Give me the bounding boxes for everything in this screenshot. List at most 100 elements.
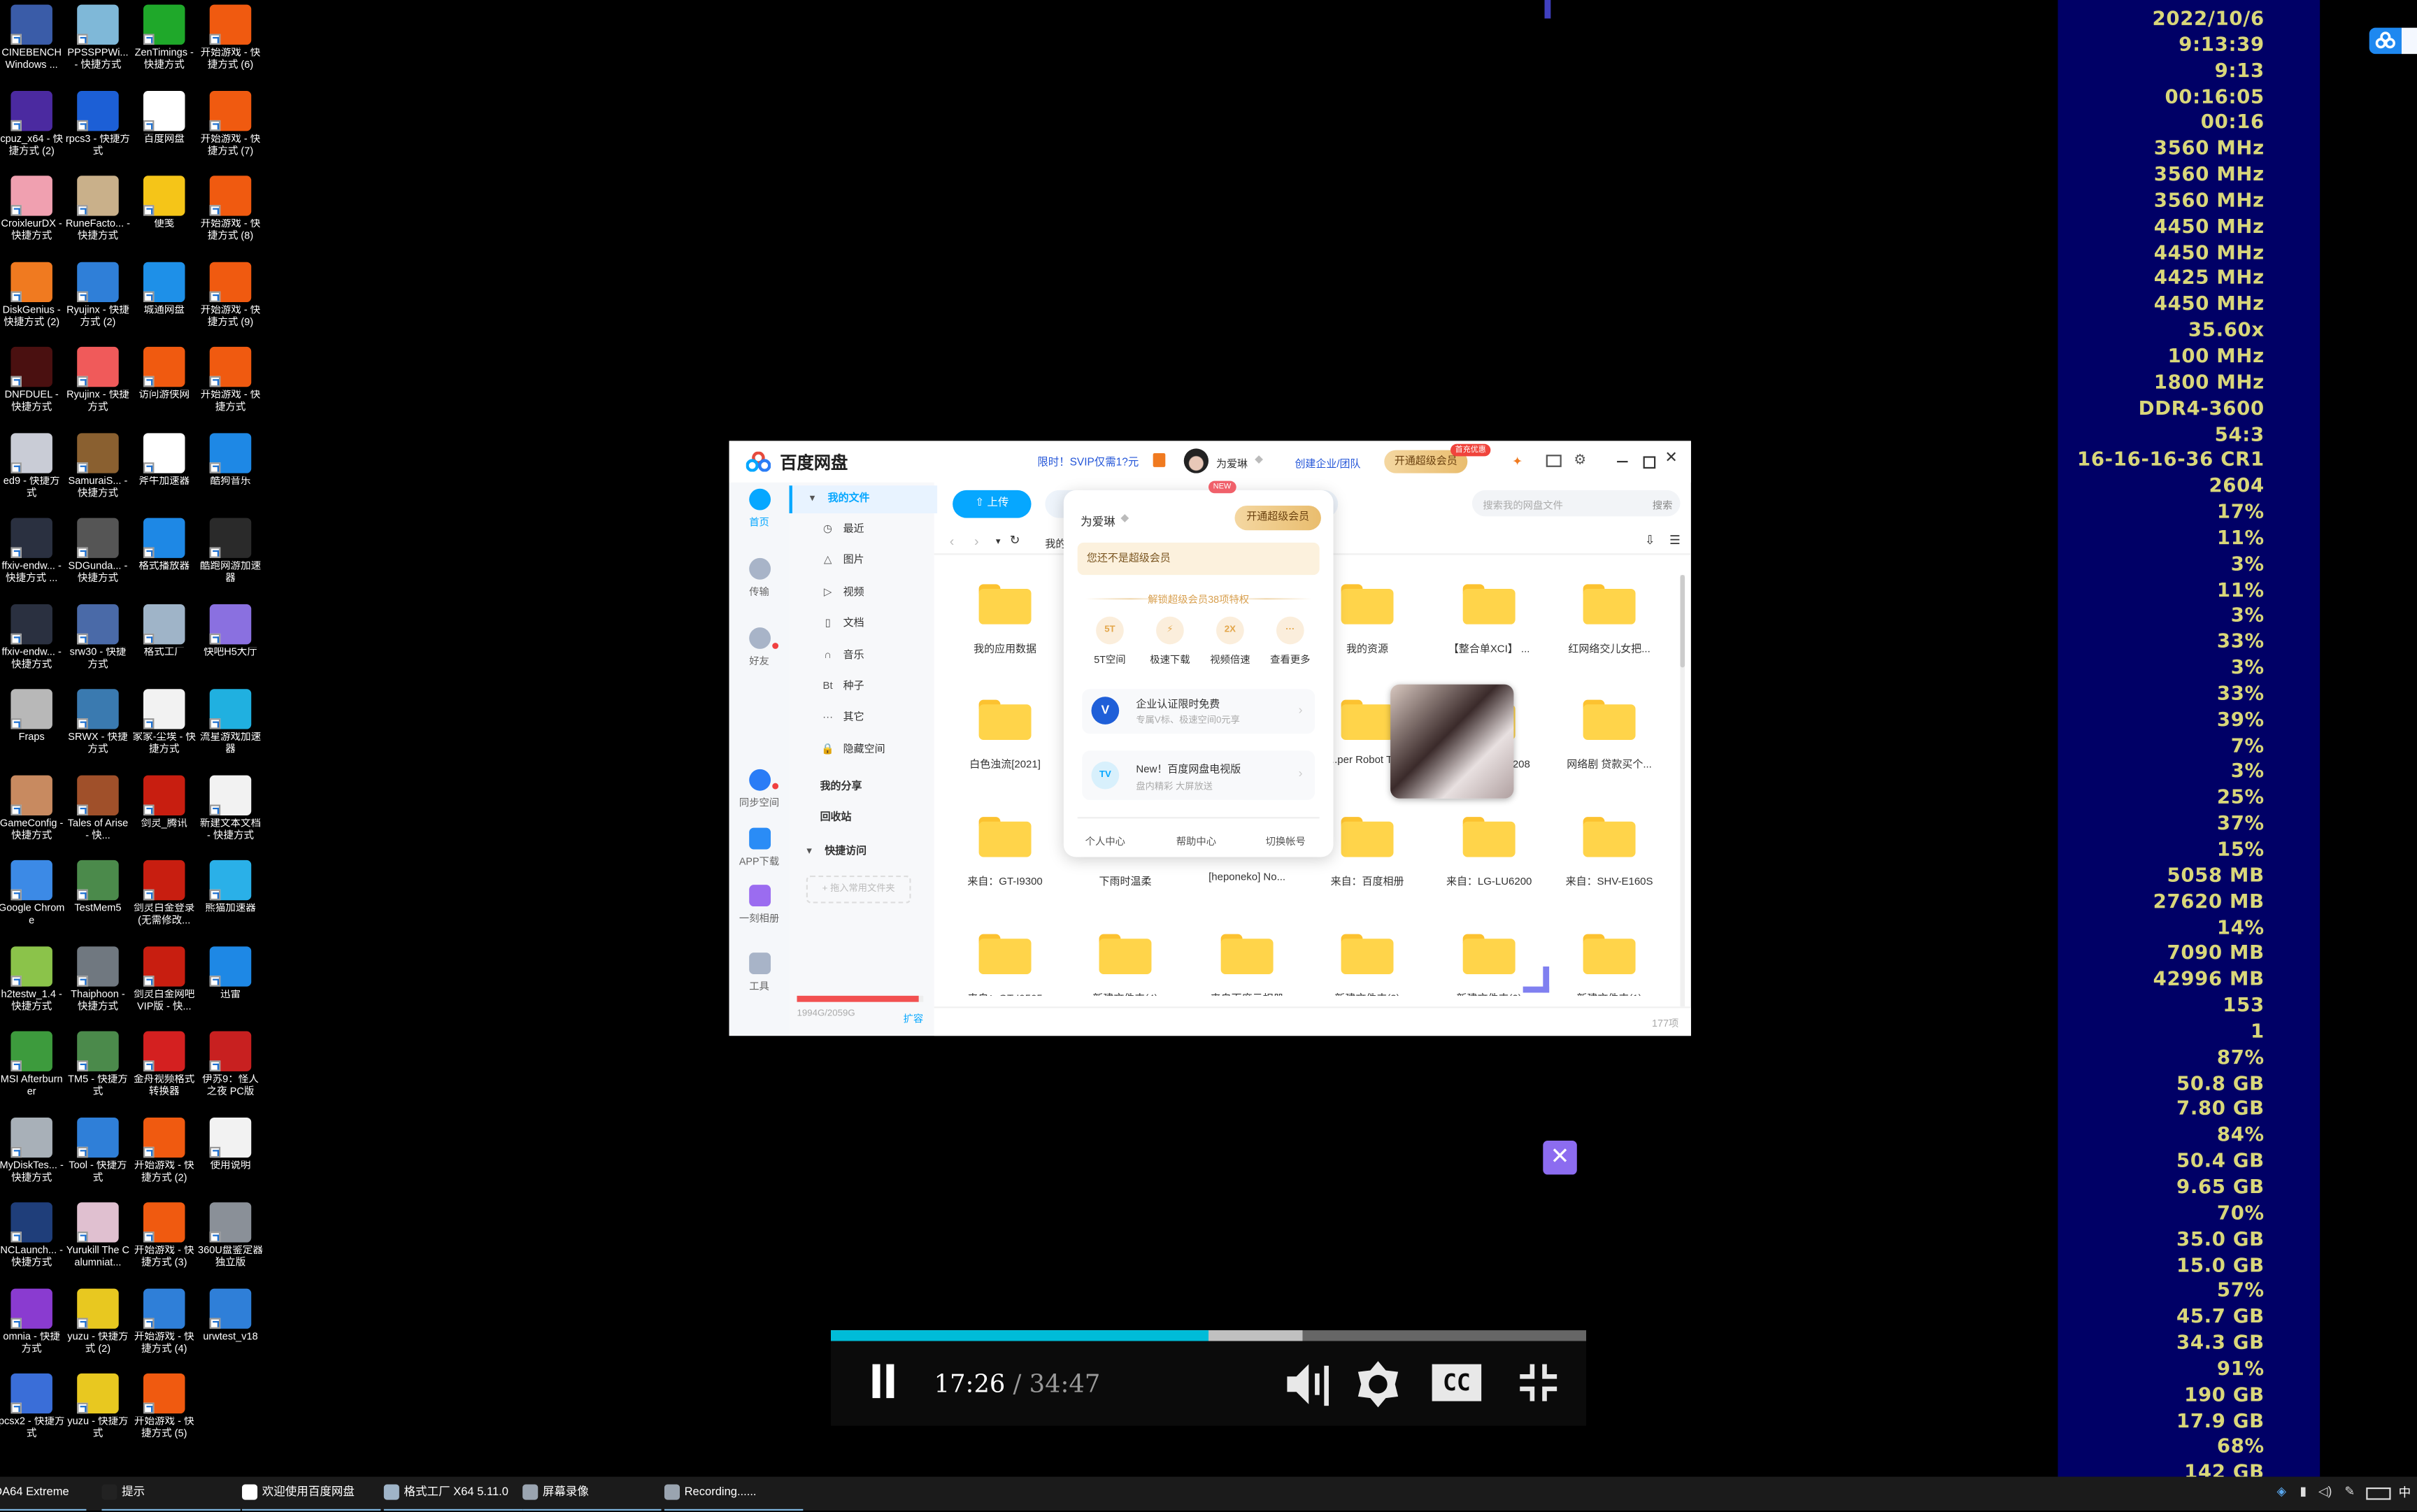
create-team-link[interactable]: 创建企业/团队 [1295,455,1360,470]
desktop-icon[interactable]: TestMem5 [65,855,131,940]
desktop-icon[interactable]: 家家-尘埃 - 快捷方式 [131,685,197,769]
folder-name[interactable]: 来自：百度相册 [1307,873,1427,887]
desktop-icon[interactable]: 流星游戏加速器 [197,685,264,769]
folder-icon[interactable] [978,934,1032,974]
folder-name[interactable]: 下雨时温柔 [1065,873,1185,887]
folder-icon[interactable] [1099,934,1152,974]
desktop-icon[interactable]: Fraps [0,685,65,769]
folder-icon[interactable] [1220,934,1274,974]
desktop-icon[interactable]: 开始游戏 - 快捷方式 (8) [197,171,264,256]
speaker-icon[interactable]: ◁) [2318,1485,2332,1499]
avatar[interactable] [1183,448,1209,473]
sidebar-quick-access[interactable]: ▾ 快捷访问 [789,839,934,866]
folder-icon[interactable] [1462,934,1516,974]
desktop-icon[interactable]: 新建文本文档 - 快捷方式 [197,770,264,855]
desktop-icon[interactable]: 开始游戏 - 快捷方式 (2) [131,1112,197,1197]
desktop-icon[interactable]: Thaiphoon - 快捷方式 [65,941,131,1026]
rail-item[interactable]: 传输 [729,557,790,598]
scrollbar[interactable] [1680,575,1685,1007]
desktop-icon[interactable]: 酷狗音乐 [197,428,264,513]
exit-fullscreen-icon[interactable] [1518,1362,1558,1410]
folder-name[interactable]: 来自：GT-I9505 [945,990,1065,996]
folder-icon[interactable] [978,699,1032,740]
rail-item[interactable]: 工具 [729,953,790,992]
history-dropdown-icon[interactable]: ▾ [996,536,1001,547]
sidebar-category[interactable]: 🔒 隐藏空间 [789,736,934,764]
folder-name[interactable]: 白色浊流[2021] [945,755,1065,771]
desktop-icon[interactable]: Ryujinx - 快捷方式 [65,342,131,427]
folder-name[interactable]: 新建文件夹(4) [1065,990,1185,996]
rail-item[interactable]: 同步空间 [729,769,790,809]
upload-button[interactable]: ⇧ 上传 [953,490,1032,518]
privilege-item[interactable]: 2X 视频倍速 [1196,616,1264,666]
tv-version-card[interactable]: TV New！百度网盘电视版 盘内精彩 大屏放送 › [1082,750,1316,800]
settings-gear-icon[interactable] [1353,1360,1403,1417]
folder-name[interactable]: 【整合单XCI】 ... [1429,640,1549,655]
desktop-icon[interactable]: TM5 - 快捷方式 [65,1027,131,1111]
folder-icon[interactable] [1341,699,1394,740]
desktop-icon[interactable]: PPSSPPWi... - 快捷方式 [65,0,131,85]
desktop-icon[interactable]: 访问游侠网 [131,342,197,427]
desktop-icon[interactable]: 金舟视频格式转换器 [131,1027,197,1111]
search-button[interactable]: 搜索 [1653,497,1673,511]
search-input[interactable]: 搜索我的网盘文件 搜索 [1471,490,1681,517]
desktop-icon[interactable]: MSI Afterburner [0,1027,65,1111]
svip-promo-link[interactable]: 限时！SVIP仅需1?元 [1037,455,1139,470]
desktop-icon[interactable]: 开始游戏 - 快捷方式 (6) [197,0,264,85]
folder-name[interactable]: 我的应用数据 [945,640,1065,655]
folder-name[interactable]: 来自：SHV-E160S [1549,873,1669,887]
folder-icon[interactable] [1462,817,1516,857]
maximize-button[interactable] [1643,456,1656,469]
volume-icon[interactable] [1284,1361,1330,1415]
rail-item[interactable]: 首页 [729,488,790,529]
folder-icon[interactable] [1341,934,1394,974]
folder-icon[interactable] [1341,584,1394,625]
desktop-icon[interactable]: Yurukill The Calumniat... [65,1198,131,1283]
refresh-icon[interactable]: ↻ [1010,534,1020,548]
desktop-icon[interactable]: 开始游戏 - 快捷方式 (5) [131,1369,197,1453]
desktop-icon[interactable]: DiskGenius - 快捷方式 (2) [0,257,65,341]
privilege-item[interactable]: ⚡ 极速下载 [1136,616,1204,666]
desktop-icon[interactable]: CINEBENCH Windows ... [0,0,65,85]
sidebar-recycle-bin[interactable]: 回收站 [789,805,934,833]
desktop-icon[interactable]: 迅雷 [197,941,264,1026]
mail-icon[interactable] [1546,455,1562,467]
desktop-icon[interactable]: MyDiskTes... - 快捷方式 [0,1112,65,1197]
desktop-icon[interactable]: 开始游戏 - 快捷方式 (4) [131,1283,197,1368]
desktop-icon[interactable]: SDGunda... - 快捷方式 [65,513,131,598]
sidebar-category[interactable]: ∩ 音乐 [789,642,934,670]
folder-name[interactable]: [heponeko] No... [1187,873,1307,883]
desktop-icon[interactable]: Google Chrome [0,855,65,940]
privilege-item[interactable]: ··· 查看更多 [1256,616,1324,666]
desktop-icon[interactable]: ed9 - 快捷方式 [0,428,65,513]
microphone-icon[interactable]: ▮ [2300,1485,2307,1499]
folder-icon[interactable] [1341,817,1394,857]
desktop-icon[interactable]: 百度网盘 [131,85,197,170]
desktop-icon[interactable]: GameConfig - 快捷方式 [0,770,65,855]
close-overlay-button[interactable]: ✕ [1543,1141,1577,1175]
sidebar-category[interactable]: ▯ 文档 [789,611,934,639]
desktop-icon[interactable]: 格式工厂 [131,599,197,683]
desktop-icon[interactable]: pcsx2 - 快捷方式 [0,1369,65,1453]
desktop-icon[interactable]: CroixleurDX - 快捷方式 [0,171,65,256]
sidebar-category[interactable]: △ 图片 [789,548,934,576]
folder-name[interactable]: 红网络交儿女把... [1549,640,1669,655]
sidebar-category[interactable]: ▷ 视频 [789,579,934,607]
privilege-item[interactable]: 5T 5T空间 [1076,616,1143,666]
desktop-icon[interactable]: 开始游戏 - 快捷方式 (7) [197,85,264,170]
desktop-icon[interactable]: yuzu - 快捷方式 (2) [65,1283,131,1368]
captions-cc-icon[interactable]: CC [1432,1364,1482,1402]
sort-icon[interactable]: ⇩ [1645,534,1655,548]
folder-icon[interactable] [978,584,1032,625]
desktop-icon[interactable]: 便笺 [131,171,197,256]
username[interactable]: 为爱琳 [1216,455,1248,470]
expand-storage-link[interactable]: 扩容 [904,1010,924,1025]
video-progress-bar[interactable] [831,1330,1587,1341]
desktop-icon[interactable]: h2testw_1.4 - 快捷方式 [0,941,65,1026]
rail-item[interactable]: 一刻相册 [729,885,790,925]
desktop-icon[interactable]: ffxiv-endw... - 快捷方式 ... [0,513,65,598]
security-shield-icon[interactable]: ◈ [2276,1485,2286,1499]
pause-icon[interactable] [872,1364,880,1399]
list-view-icon[interactable]: ☰ [1669,534,1681,548]
desktop-icon[interactable]: 熊猫加速器 [197,855,264,940]
